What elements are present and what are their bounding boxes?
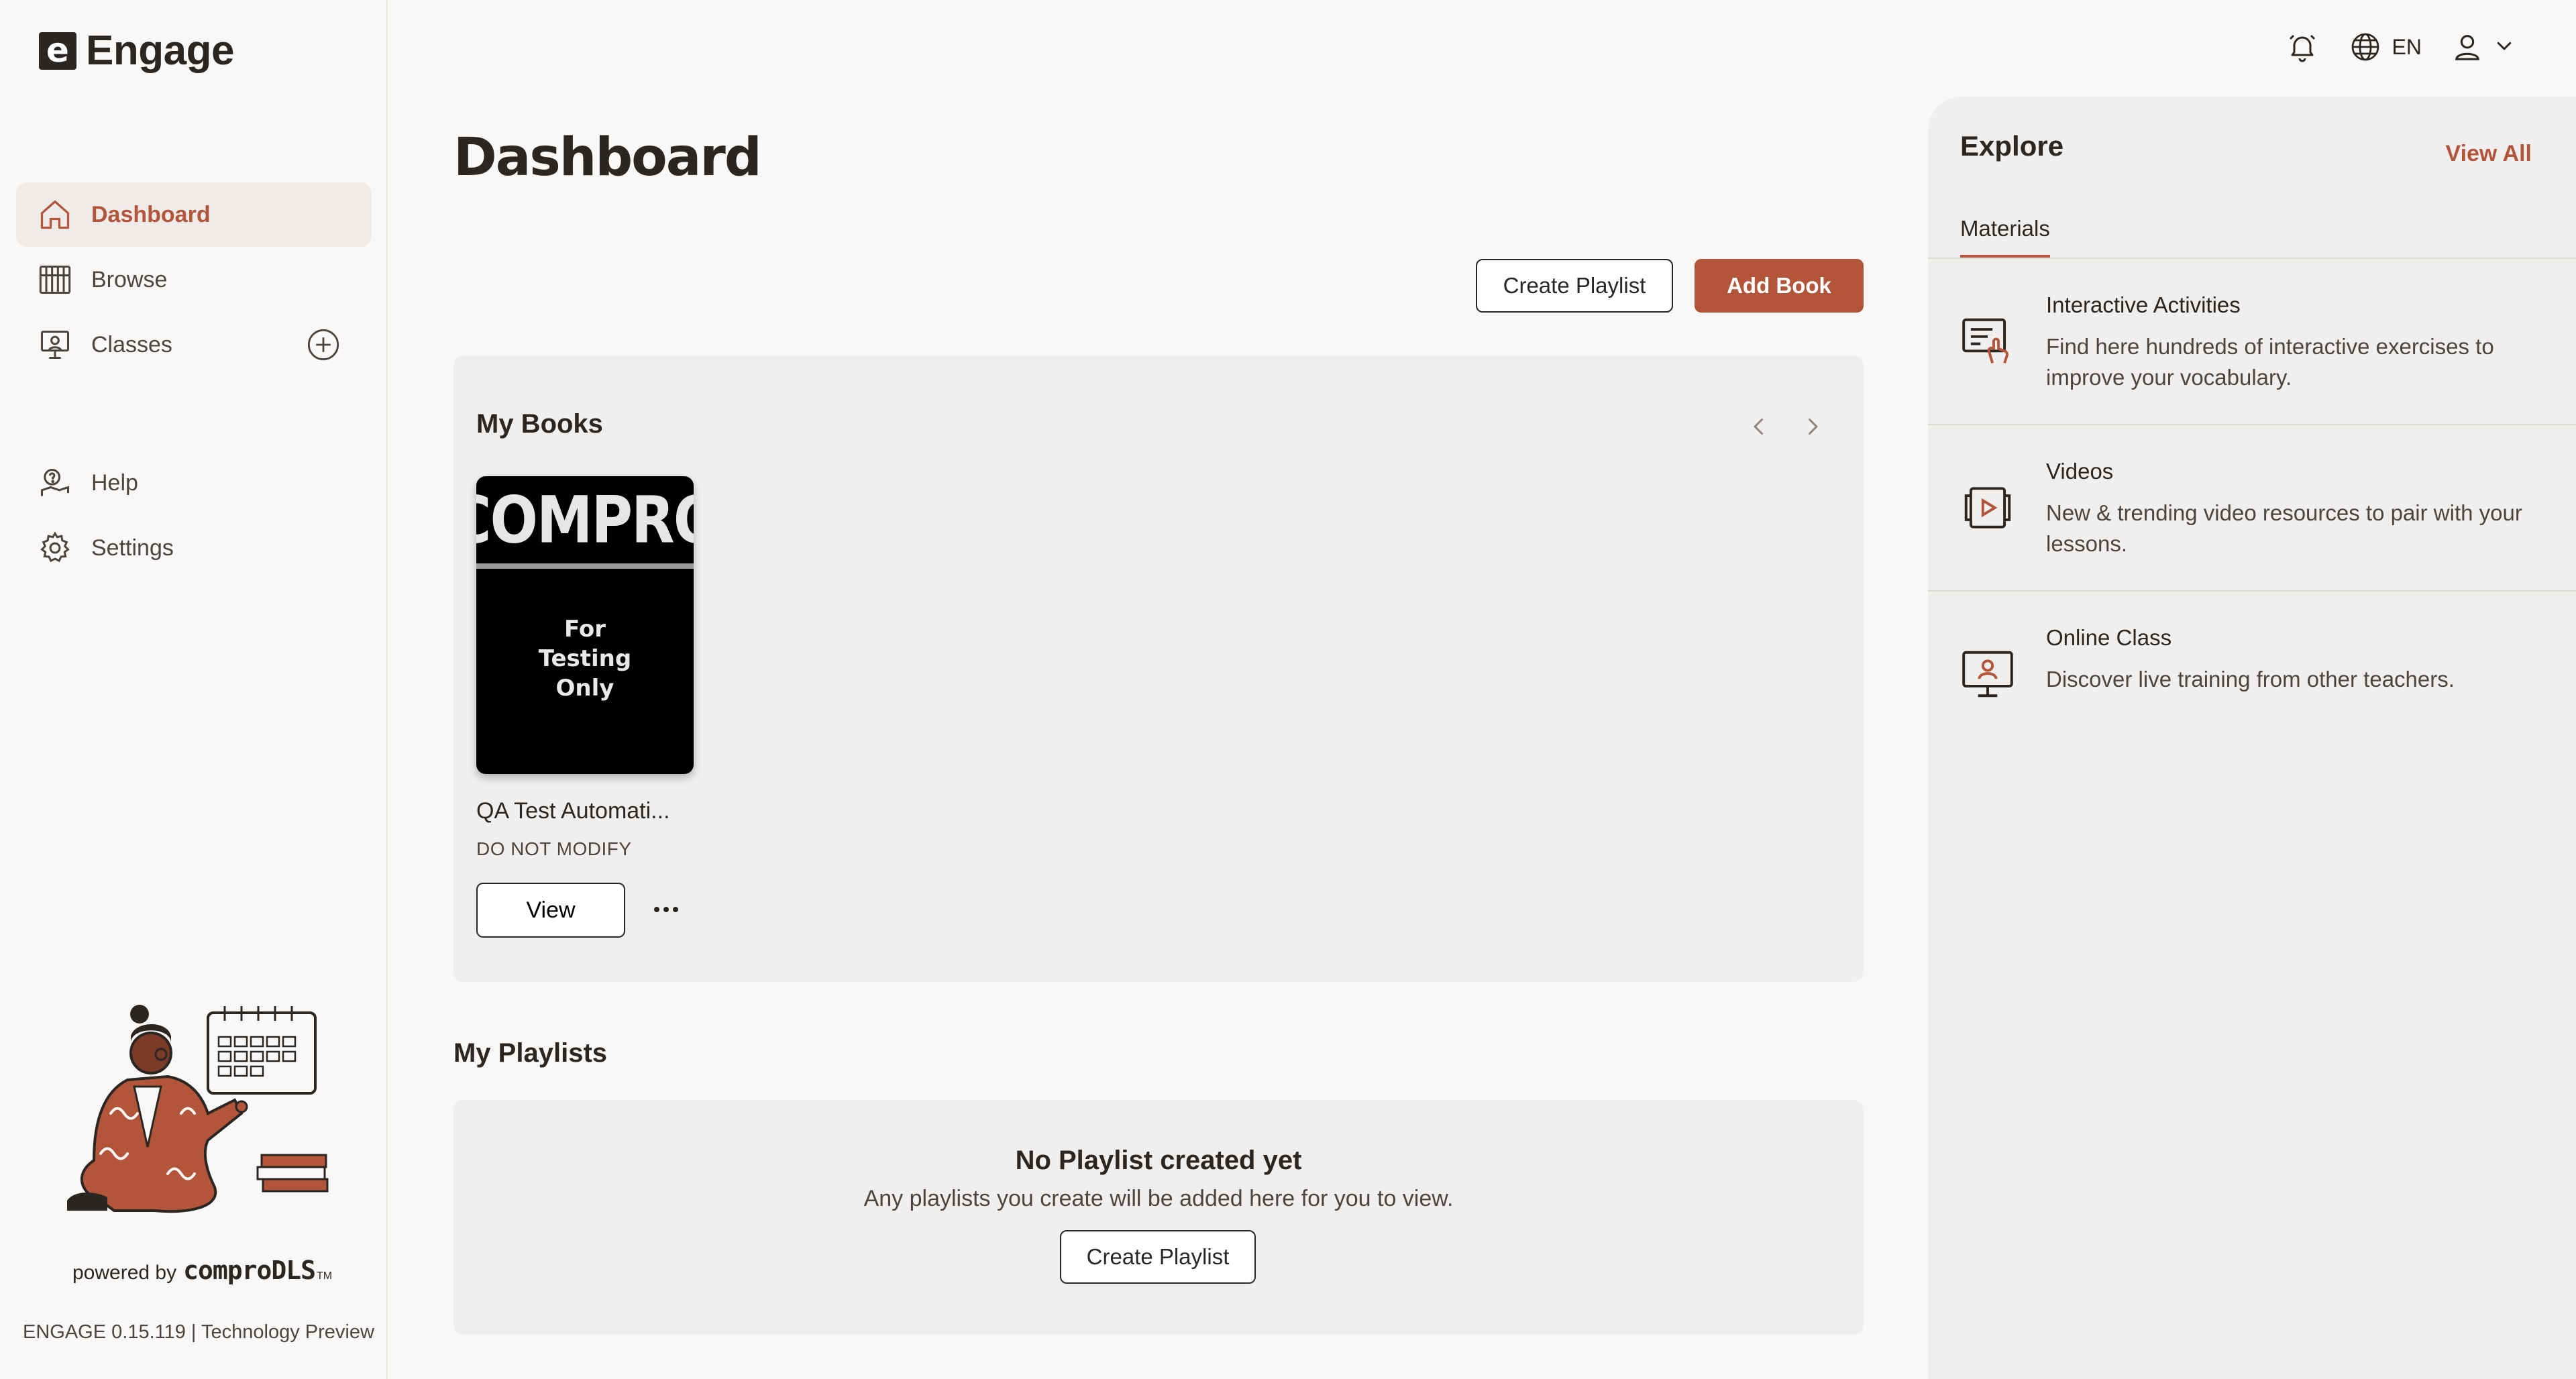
create-playlist-button[interactable]: Create Playlist bbox=[1476, 259, 1673, 313]
interactive-activities-icon bbox=[1959, 313, 2017, 370]
sidebar: e Engage Dashboard Browse Classes Help S… bbox=[0, 0, 388, 1379]
empty-playlist-text: Any playlists you create will be added h… bbox=[863, 1186, 1454, 1211]
book-subtitle: DO NOT MODIFY bbox=[476, 838, 632, 859]
sidebar-item-help[interactable]: Help bbox=[16, 451, 372, 515]
sidebar-item-browse[interactable]: Browse bbox=[16, 247, 372, 312]
view-book-button[interactable]: View bbox=[476, 883, 625, 938]
sidebar-item-label: Classes bbox=[91, 331, 172, 357]
explore-panel: Explore View All Materials Interactive A… bbox=[1928, 97, 2576, 1379]
my-books-title: My Books bbox=[476, 409, 603, 439]
explore-item-title: Online Class bbox=[2046, 625, 2172, 650]
sidebar-item-classes[interactable]: Classes bbox=[16, 313, 372, 377]
explore-item-description: Discover live training from other teache… bbox=[2046, 667, 2455, 692]
online-class-icon bbox=[1959, 645, 2017, 703]
add-class-button[interactable] bbox=[306, 327, 341, 362]
explore-item-description: Find here hundreds of interactive exerci… bbox=[2046, 334, 2494, 390]
explore-item-description: New & trending video resources to pair w… bbox=[2046, 500, 2522, 556]
chevron-down-icon bbox=[2494, 36, 2514, 59]
app-name: Engage bbox=[86, 27, 234, 74]
sidebar-item-label: Browse bbox=[91, 266, 168, 292]
classroom-icon bbox=[38, 327, 72, 362]
book-cover[interactable]: COMPRO For Testing Only bbox=[476, 476, 694, 774]
empty-playlist-title: No Playlist created yet bbox=[1015, 1146, 1302, 1175]
powered-brand: comproDLS bbox=[183, 1256, 316, 1285]
library-icon bbox=[38, 262, 72, 297]
add-book-button[interactable]: Add Book bbox=[1695, 259, 1864, 313]
powered-by: powered by comproDLS TM bbox=[72, 1256, 332, 1285]
previous-arrow-icon[interactable] bbox=[1743, 410, 1775, 443]
explore-item-online-class[interactable]: Online Class Discover live training from… bbox=[1928, 592, 2576, 758]
cover-header: COMPRO bbox=[476, 476, 694, 569]
explore-item-title: Interactive Activities bbox=[2046, 292, 2241, 317]
cover-title: COMPRO bbox=[476, 482, 694, 558]
logo-mark: e bbox=[39, 32, 76, 70]
sidebar-item-dashboard[interactable]: Dashboard bbox=[16, 182, 372, 247]
trademark: TM bbox=[317, 1270, 333, 1282]
my-books-panel: My Books COMPRO For Testing Only QA Test… bbox=[453, 355, 1864, 982]
view-all-link[interactable]: View All bbox=[2446, 141, 2532, 167]
version-text: ENGAGE 0.15.119 | Technology Preview bbox=[23, 1321, 374, 1343]
explore-item-videos[interactable]: Videos New & trending video resources to… bbox=[1928, 425, 2576, 592]
my-playlists-panel: No Playlist created yet Any playlists yo… bbox=[453, 1100, 1864, 1335]
gear-icon bbox=[38, 531, 72, 565]
videos-icon bbox=[1959, 479, 2017, 537]
user-icon bbox=[2450, 30, 2485, 64]
language-selector[interactable]: EN bbox=[2348, 30, 2422, 64]
sidebar-item-label: Help bbox=[91, 470, 138, 496]
book-title: QA Test Automati... bbox=[476, 798, 670, 824]
sidebar-item-settings[interactable]: Settings bbox=[16, 516, 372, 580]
explore-item-interactive-activities[interactable]: Interactive Activities Find here hundred… bbox=[1928, 259, 2576, 425]
more-options-icon[interactable] bbox=[649, 896, 683, 923]
app-logo[interactable]: e Engage bbox=[39, 27, 234, 74]
sidebar-item-label: Dashboard bbox=[91, 201, 211, 227]
explore-title: Explore bbox=[1960, 130, 2064, 162]
sidebar-item-label: Settings bbox=[91, 535, 174, 561]
my-playlists-title: My Playlists bbox=[453, 1038, 608, 1068]
user-menu[interactable] bbox=[2450, 30, 2514, 64]
top-bar: EN bbox=[2285, 30, 2514, 64]
powered-by-text: powered by bbox=[72, 1262, 177, 1284]
home-icon bbox=[38, 197, 72, 232]
teacher-illustration bbox=[54, 979, 335, 1221]
cover-subtitle: For Testing Only bbox=[538, 616, 632, 702]
tab-materials[interactable]: Materials bbox=[1960, 216, 2050, 258]
page-title: Dashboard bbox=[453, 127, 762, 188]
help-icon bbox=[38, 465, 72, 500]
next-arrow-icon[interactable] bbox=[1796, 410, 1829, 443]
create-playlist-empty-button[interactable]: Create Playlist bbox=[1060, 1230, 1256, 1284]
globe-icon bbox=[2348, 30, 2383, 64]
notification-bell-icon[interactable] bbox=[2285, 30, 2320, 64]
language-label: EN bbox=[2392, 34, 2422, 59]
explore-item-title: Videos bbox=[2046, 459, 2114, 484]
